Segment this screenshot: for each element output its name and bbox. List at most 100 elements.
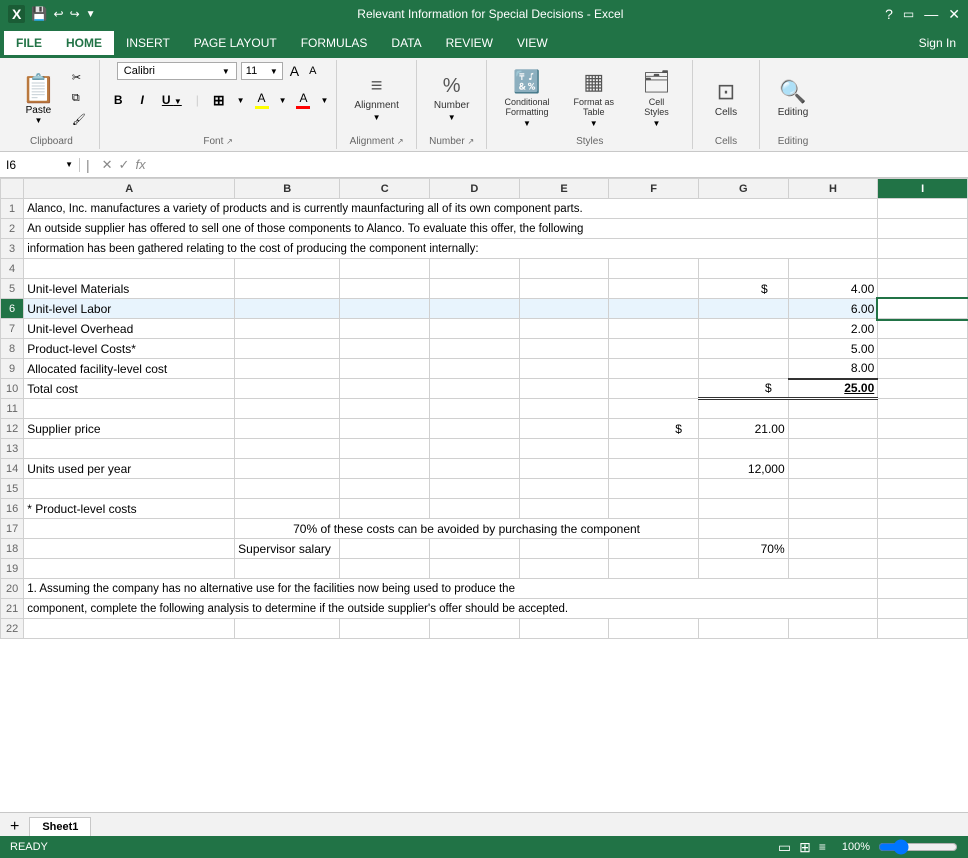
cell-i11[interactable]	[878, 399, 968, 419]
tab-file[interactable]: FILE	[4, 31, 54, 55]
formula-input[interactable]	[152, 158, 968, 172]
cell-i21[interactable]	[878, 599, 968, 619]
cell-e16[interactable]	[519, 499, 609, 519]
col-header-e[interactable]: E	[519, 179, 609, 199]
cell-i7[interactable]	[878, 319, 968, 339]
cell-a13[interactable]	[24, 439, 235, 459]
cell-d12[interactable]	[430, 419, 520, 439]
cell-f11[interactable]	[609, 399, 699, 419]
cell-i4[interactable]	[878, 259, 968, 279]
cell-d13[interactable]	[430, 439, 520, 459]
cell-f6[interactable]	[609, 299, 699, 319]
cell-d9[interactable]	[430, 359, 520, 379]
tab-formulas[interactable]: FORMULAS	[289, 31, 380, 55]
col-header-f[interactable]: F	[609, 179, 699, 199]
page-break-view-icon[interactable]: ≡	[819, 840, 826, 854]
cell-h10[interactable]: 25.00	[788, 379, 878, 399]
cell-f7[interactable]	[609, 319, 699, 339]
tab-data[interactable]: DATA	[379, 31, 433, 55]
cell-i17[interactable]	[878, 519, 968, 539]
cell-a12[interactable]: Supplier price	[24, 419, 235, 439]
cell-b9[interactable]	[235, 359, 340, 379]
cell-b8[interactable]	[235, 339, 340, 359]
cell-g19[interactable]	[698, 559, 788, 579]
tab-view[interactable]: VIEW	[505, 31, 560, 55]
cell-g14[interactable]: 12,000	[698, 459, 788, 479]
cell-g8[interactable]	[698, 339, 788, 359]
cell-d18[interactable]	[430, 539, 520, 559]
close-icon[interactable]: ✕	[948, 6, 960, 23]
paste-dropdown-icon[interactable]: ▼	[34, 116, 42, 125]
cell-i5[interactable]	[878, 279, 968, 299]
sheet-tab-sheet1[interactable]: Sheet1	[29, 817, 91, 836]
cell-b16[interactable]	[235, 499, 340, 519]
cell-c13[interactable]	[340, 439, 430, 459]
cell-f5[interactable]	[609, 279, 699, 299]
cell-b22[interactable]	[235, 619, 340, 639]
col-header-d[interactable]: D	[430, 179, 520, 199]
cell-h6[interactable]: 6.00	[788, 299, 878, 319]
cell-g17[interactable]	[698, 519, 788, 539]
cell-f13[interactable]	[609, 439, 699, 459]
cell-b13[interactable]	[235, 439, 340, 459]
cell-f18[interactable]	[609, 539, 699, 559]
tab-home[interactable]: HOME	[54, 31, 114, 55]
cell-a1[interactable]: Alanco, Inc. manufactures a variety of p…	[24, 199, 878, 219]
cell-g15[interactable]	[698, 479, 788, 499]
cell-c15[interactable]	[340, 479, 430, 499]
cell-i13[interactable]	[878, 439, 968, 459]
cell-e8[interactable]	[519, 339, 609, 359]
font-color-button[interactable]: A	[292, 88, 314, 112]
cell-styles-button[interactable]: 🗂 CellStyles ▼	[629, 62, 684, 134]
cell-f12[interactable]: $	[609, 419, 699, 439]
cell-h16[interactable]	[788, 499, 878, 519]
cell-d11[interactable]	[430, 399, 520, 419]
cell-b10[interactable]	[235, 379, 340, 399]
cell-f14[interactable]	[609, 459, 699, 479]
cell-a9[interactable]: Allocated facility-level cost	[24, 359, 235, 379]
cell-g10[interactable]: $	[698, 379, 788, 399]
col-header-h[interactable]: H	[788, 179, 878, 199]
cell-a3[interactable]: information has been gathered relating t…	[24, 239, 878, 259]
cell-c5[interactable]	[340, 279, 430, 299]
cell-d16[interactable]	[430, 499, 520, 519]
cell-c9[interactable]	[340, 359, 430, 379]
cell-i1[interactable]	[878, 199, 968, 219]
cell-b12[interactable]	[235, 419, 340, 439]
cell-c22[interactable]	[340, 619, 430, 639]
cell-e14[interactable]	[519, 459, 609, 479]
cell-h9[interactable]: 8.00	[788, 359, 878, 379]
cell-c16[interactable]	[340, 499, 430, 519]
cell-c11[interactable]	[340, 399, 430, 419]
cell-b6[interactable]	[235, 299, 340, 319]
cell-i20[interactable]	[878, 579, 968, 599]
cell-d19[interactable]	[430, 559, 520, 579]
cell-c10[interactable]	[340, 379, 430, 399]
cell-b15[interactable]	[235, 479, 340, 499]
cell-a11[interactable]	[24, 399, 235, 419]
customize-qat-icon[interactable]: ▼	[86, 9, 96, 20]
cell-c6[interactable]	[340, 299, 430, 319]
cell-a2[interactable]: An outside supplier has offered to sell …	[24, 219, 878, 239]
cell-i12[interactable]	[878, 419, 968, 439]
col-header-b[interactable]: B	[235, 179, 340, 199]
font-name-dropdown[interactable]: Calibri ▼	[117, 62, 237, 80]
cell-g13[interactable]	[698, 439, 788, 459]
cell-d8[interactable]	[430, 339, 520, 359]
redo-icon[interactable]: ↪	[70, 7, 80, 21]
cell-h14[interactable]	[788, 459, 878, 479]
cell-e7[interactable]	[519, 319, 609, 339]
tab-insert[interactable]: INSERT	[114, 31, 182, 55]
undo-icon[interactable]: ↩	[54, 7, 64, 21]
cell-a10[interactable]: Total cost	[24, 379, 235, 399]
cell-b14[interactable]	[235, 459, 340, 479]
cell-f22[interactable]	[609, 619, 699, 639]
cell-i6[interactable]	[878, 299, 968, 319]
cell-a21[interactable]: component, complete the following analys…	[24, 599, 878, 619]
cell-d4[interactable]	[430, 259, 520, 279]
conditional-formatting-button[interactable]: 🔣 ConditionalFormatting ▼	[495, 62, 558, 134]
cell-b7[interactable]	[235, 319, 340, 339]
restore-icon[interactable]: ▭	[903, 7, 914, 21]
cell-i19[interactable]	[878, 559, 968, 579]
cell-e19[interactable]	[519, 559, 609, 579]
